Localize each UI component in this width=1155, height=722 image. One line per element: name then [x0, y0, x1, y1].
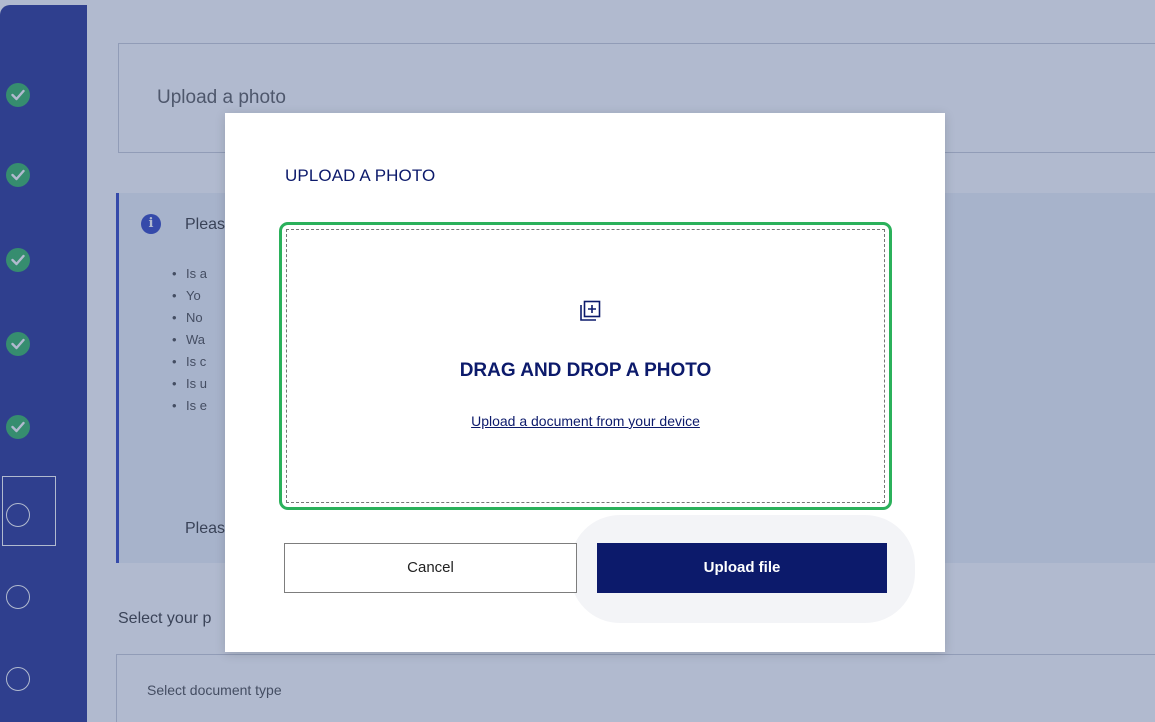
add-photo-icon: [580, 300, 601, 321]
cancel-button[interactable]: Cancel: [284, 543, 577, 593]
modal-title: UPLOAD A PHOTO: [285, 166, 436, 185]
dropzone[interactable]: DRAG AND DROP A PHOTO Upload a document …: [279, 222, 892, 510]
page: Upload a photo i Pleas Is a Yo No Wa Is …: [0, 0, 1155, 722]
dropzone-dashed-border: DRAG AND DROP A PHOTO Upload a document …: [286, 229, 885, 503]
dropzone-title: DRAG AND DROP A PHOTO: [459, 360, 712, 381]
upload-file-button[interactable]: Upload file: [597, 543, 887, 593]
upload-photo-modal: UPLOAD A PHOTO DRAG AND DROP A PHOTO Upl…: [225, 113, 945, 652]
upload-from-device-link[interactable]: Upload a document from your device: [287, 413, 884, 429]
